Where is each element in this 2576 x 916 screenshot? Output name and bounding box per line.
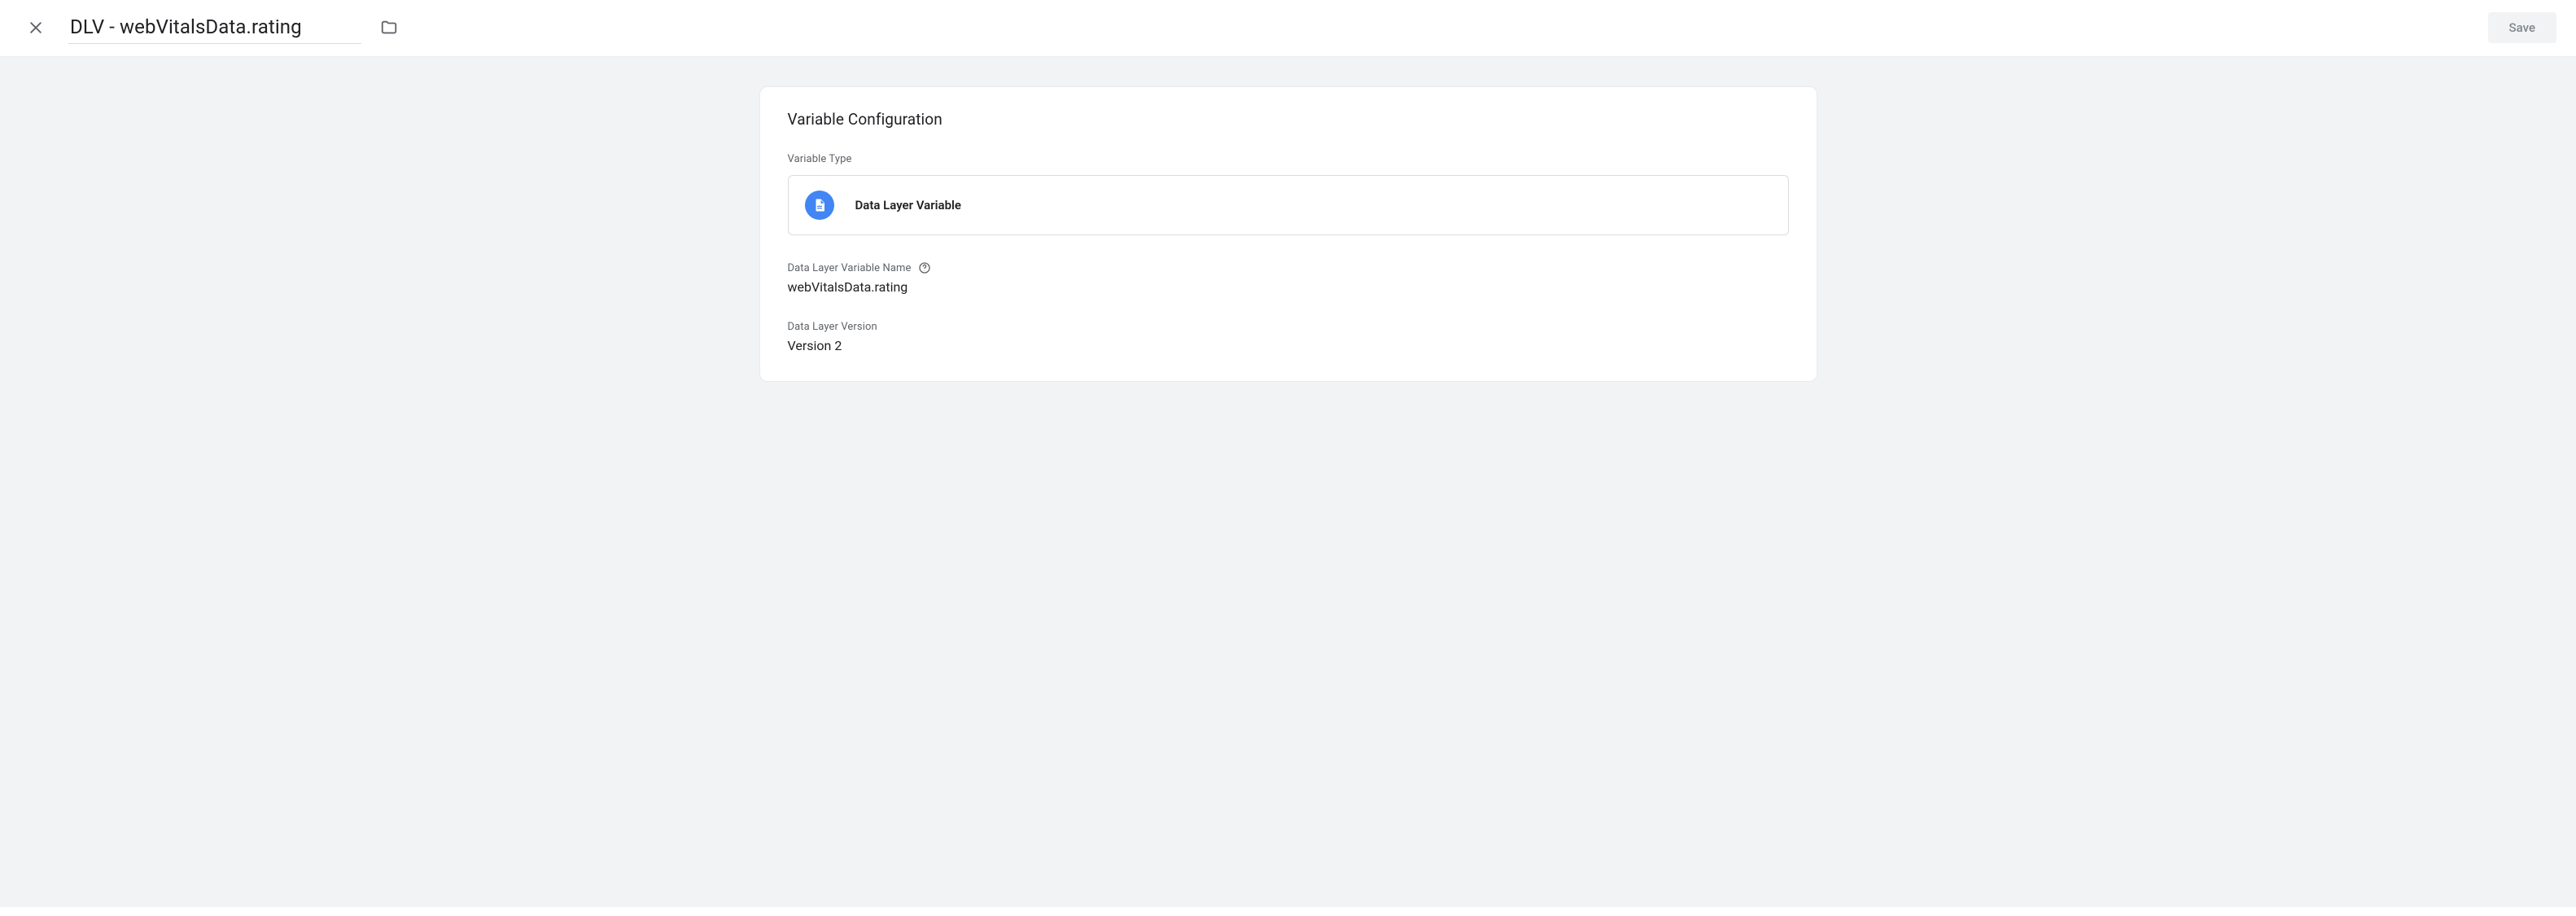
close-button[interactable] xyxy=(20,11,52,44)
folder-icon xyxy=(380,19,398,37)
save-button[interactable]: Save xyxy=(2488,12,2556,43)
variable-name-value: webVitalsData.rating xyxy=(788,279,1789,295)
variable-configuration-card: Variable Configuration Variable Type Dat… xyxy=(759,86,1817,382)
data-layer-version-value: Version 2 xyxy=(788,338,1789,353)
variable-name-group: Data Layer Variable Name webVitalsData.r… xyxy=(788,261,1789,295)
folder-button[interactable] xyxy=(374,13,404,42)
data-layer-version-group: Data Layer Version Version 2 xyxy=(788,321,1789,353)
close-icon xyxy=(28,20,44,36)
variable-type-selector[interactable]: Data Layer Variable xyxy=(788,175,1789,235)
variable-type-label: Variable Type xyxy=(788,153,1789,165)
card-title: Variable Configuration xyxy=(788,110,1789,129)
title-area xyxy=(68,12,404,44)
variable-type-value: Data Layer Variable xyxy=(855,198,961,213)
variable-name-label-text: Data Layer Variable Name xyxy=(788,262,912,274)
data-layer-version-label: Data Layer Version xyxy=(788,321,1789,333)
variable-name-label: Data Layer Variable Name xyxy=(788,261,1789,274)
help-icon[interactable] xyxy=(918,261,931,274)
editor-canvas: Variable Configuration Variable Type Dat… xyxy=(0,56,2576,907)
top-bar: Save xyxy=(0,0,2576,56)
variable-name-input[interactable] xyxy=(68,12,361,44)
data-layer-variable-icon xyxy=(805,191,834,220)
